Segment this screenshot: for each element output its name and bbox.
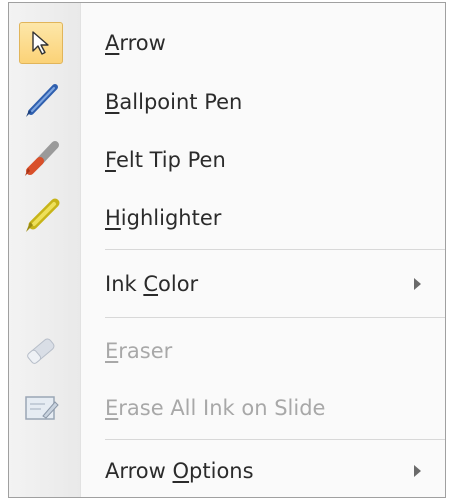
erase-all-ink-icon (19, 387, 63, 429)
menu-item-ballpoint-pen[interactable]: Ballpoint Pen (9, 76, 445, 128)
menu-item-label: Arrow Options (105, 459, 254, 483)
menu-separator (105, 249, 445, 250)
arrow-cursor-icon (19, 22, 63, 64)
menu-item-arrow-options[interactable]: Arrow Options (9, 445, 445, 497)
menu-item-label: Arrow (105, 31, 166, 55)
submenu-arrow-icon (414, 278, 421, 290)
eraser-icon (19, 330, 63, 372)
pointer-options-menu: Arrow Ballpoint Pen Felt Tip Pen Highlig… (8, 2, 446, 498)
felt-tip-pen-icon (19, 139, 63, 181)
menu-item-felt-tip-pen[interactable]: Felt Tip Pen (9, 134, 445, 186)
menu-separator (105, 317, 445, 318)
menu-item-eraser[interactable]: Eraser (9, 325, 445, 377)
menu-item-erase-all-ink[interactable]: Erase All Ink on Slide (9, 382, 445, 434)
submenu-arrow-icon (414, 465, 421, 477)
menu-separator (105, 439, 445, 440)
menu-item-label: Ballpoint Pen (105, 90, 243, 114)
menu-item-label: Erase All Ink on Slide (105, 396, 326, 420)
highlighter-icon (19, 197, 63, 239)
menu-item-label: Felt Tip Pen (105, 148, 226, 172)
menu-item-highlighter[interactable]: Highlighter (9, 192, 445, 244)
menu-item-arrow[interactable]: Arrow (9, 17, 445, 69)
menu-item-label: Eraser (105, 339, 173, 363)
ballpoint-pen-icon (19, 81, 63, 123)
menu-item-label: Ink Color (105, 272, 199, 296)
menu-item-ink-color[interactable]: Ink Color (9, 258, 445, 310)
menu-item-label: Highlighter (105, 206, 222, 230)
